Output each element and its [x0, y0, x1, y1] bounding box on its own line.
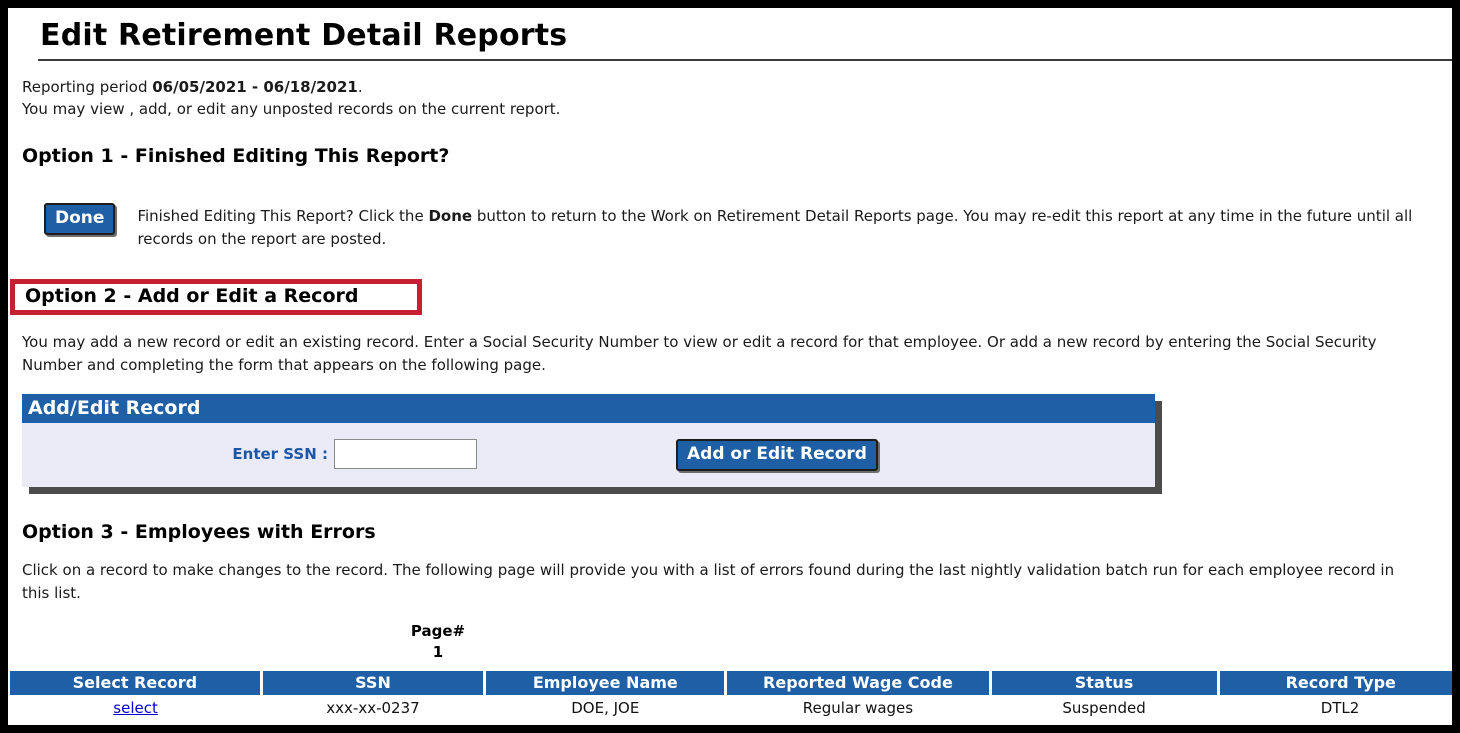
select-record-cell: select [10, 695, 261, 722]
option1-row: Done Finished Editing This Report? Click… [44, 203, 1452, 251]
option1-desc-before: Finished Editing This Report? Click the [137, 207, 428, 225]
done-button[interactable]: Done [44, 203, 115, 235]
ssn-input[interactable] [334, 439, 477, 469]
option1-heading: Option 1 - Finished Editing This Report? [22, 145, 1452, 167]
option1-description: Finished Editing This Report? Click the … [137, 205, 1427, 251]
column-header-record-type: Record Type [1218, 671, 1460, 695]
status-cell: Suspended [990, 695, 1218, 722]
intro-line2: You may view , add, or edit any unposted… [22, 98, 1452, 120]
employees-with-errors-table: Select Record SSN Employee Name Reported… [10, 671, 1460, 722]
reported-wage-code-cell: Regular wages [726, 695, 990, 722]
option3-description: Click on a record to make changes to the… [22, 559, 1426, 605]
edit-retirement-detail-reports-page: Edit Retirement Detail Reports Reporting… [0, 0, 1460, 733]
option2-heading: Option 2 - Add or Edit a Record [25, 285, 407, 307]
option3-heading: Option 3 - Employees with Errors [22, 521, 1452, 543]
table-header-row: Select Record SSN Employee Name Reported… [10, 671, 1460, 695]
column-header-ssn: SSN [261, 671, 485, 695]
reporting-period-prefix: Reporting period [22, 78, 152, 96]
add-edit-record-panel-body: Enter SSN : Add or Edit Record [22, 423, 1155, 487]
page-number-value: 1 [373, 642, 503, 663]
option2-description: You may add a new record or edit an exis… [22, 331, 1426, 377]
enter-ssn-label: Enter SSN : [22, 445, 328, 463]
reporting-period-suffix: . [358, 78, 363, 96]
column-header-status: Status [990, 671, 1218, 695]
option2-annotation-box: Option 2 - Add or Edit a Record [10, 279, 422, 315]
page-number-label: Page# [373, 621, 503, 642]
add-edit-record-panel-header: Add/Edit Record [22, 394, 1155, 423]
page-title: Edit Retirement Detail Reports [40, 18, 1452, 53]
intro-text: Reporting period 06/05/2021 - 06/18/2021… [22, 76, 1452, 120]
column-header-reported-wage-code: Reported Wage Code [726, 671, 990, 695]
record-type-cell: DTL2 [1218, 695, 1460, 722]
page-number-block: Page# 1 [373, 621, 503, 663]
reporting-period-value: 06/05/2021 - 06/18/2021 [152, 78, 358, 96]
reporting-period-line: Reporting period 06/05/2021 - 06/18/2021… [22, 76, 1452, 98]
table-row: select xxx-xx-0237 DOE, JOE Regular wage… [10, 695, 1460, 722]
add-edit-record-panel: Add/Edit Record Enter SSN : Add or Edit … [22, 394, 1155, 487]
window-top-edge [18, 0, 1442, 4]
select-record-link[interactable]: select [113, 699, 158, 717]
ssn-cell: xxx-xx-0237 [261, 695, 485, 722]
add-or-edit-record-button[interactable]: Add or Edit Record [676, 439, 878, 471]
option1-desc-bold: Done [428, 207, 472, 225]
column-header-employee-name: Employee Name [485, 671, 726, 695]
title-divider [38, 59, 1452, 61]
employee-name-cell: DOE, JOE [485, 695, 726, 722]
column-header-select-record: Select Record [10, 671, 261, 695]
